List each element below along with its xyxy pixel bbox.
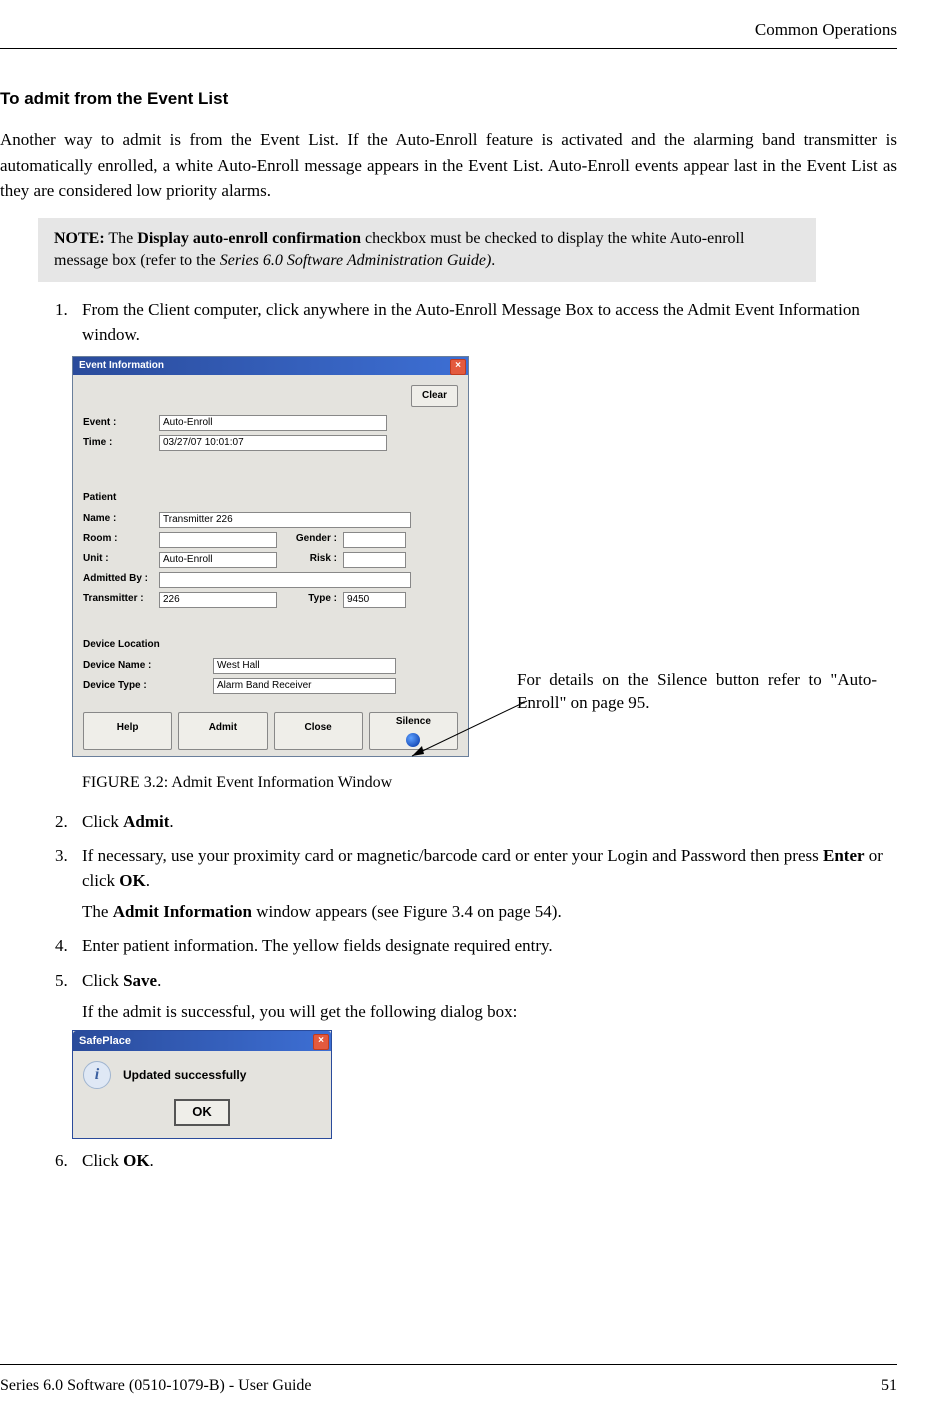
silence-icon — [406, 733, 420, 747]
step-5-prefix: Click — [82, 971, 123, 990]
step-6: Click OK. — [72, 1149, 897, 1174]
event-info-dialog: Event Information × Clear Event : Auto-E… — [72, 356, 469, 757]
step-3-sub-bold: Admit Information — [113, 902, 252, 921]
ok-button[interactable]: OK — [174, 1099, 230, 1126]
note-text-1: The — [105, 230, 138, 247]
event-dialog-title: Event Information — [79, 360, 164, 371]
label-time: Time : — [83, 436, 159, 451]
group-patient: Patient — [83, 491, 458, 506]
step-3-bold2: OK — [119, 871, 145, 890]
step-5-sub: If the admit is successful, you will get… — [82, 1000, 897, 1025]
step-3-sub: The Admit Information window appears (se… — [82, 900, 897, 925]
label-event: Event : — [83, 416, 159, 431]
step-3: If necessary, use your proximity card or… — [72, 844, 897, 924]
note-text-3: . — [491, 252, 495, 269]
label-type: Type : — [277, 592, 343, 607]
safeplace-message: Updated successfully — [123, 1067, 246, 1084]
clear-button[interactable]: Clear — [411, 385, 458, 408]
note-box: NOTE: The Display auto-enroll confirmati… — [38, 218, 816, 283]
figure-caption: FIGURE 3.2: Admit Event Information Wind… — [82, 771, 897, 794]
field-type[interactable]: 9450 — [343, 592, 406, 608]
field-transmitter[interactable]: 226 — [159, 592, 277, 608]
step-6-suffix: . — [150, 1151, 154, 1170]
safeplace-body: i Updated successfully — [73, 1051, 331, 1099]
label-risk: Risk : — [277, 552, 343, 567]
safeplace-titlebar: SafePlace × — [73, 1031, 331, 1051]
step-2: Click Admit. — [72, 810, 897, 835]
step-5-bold: Save — [123, 971, 157, 990]
safeplace-ok-row: OK — [73, 1099, 331, 1138]
step-6-prefix: Click — [82, 1151, 123, 1170]
field-unit[interactable]: Auto-Enroll — [159, 552, 277, 568]
note-italic-1: Series 6.0 Software Administration Guide… — [220, 252, 492, 269]
label-gender: Gender : — [277, 532, 343, 547]
dialog-button-bar: Help Admit Close Silence — [83, 712, 458, 750]
field-event[interactable]: Auto-Enroll — [159, 415, 387, 431]
field-time[interactable]: 03/27/07 10:01:07 — [159, 435, 387, 451]
field-device-name[interactable]: West Hall — [213, 658, 396, 674]
field-risk[interactable] — [343, 552, 406, 568]
close-icon[interactable]: × — [450, 359, 466, 375]
event-dialog-body: Clear Event : Auto-Enroll Time : 03/27/0… — [73, 375, 468, 756]
help-button[interactable]: Help — [83, 712, 172, 750]
footer-page-number: 51 — [881, 1377, 897, 1395]
close-icon[interactable]: × — [313, 1034, 329, 1050]
field-device-type[interactable]: Alarm Band Receiver — [213, 678, 396, 694]
footer-left: Series 6.0 Software (0510-1079-B) - User… — [0, 1377, 311, 1395]
label-room: Room : — [83, 532, 159, 547]
callout-text: For details on the Silence button refer … — [517, 668, 877, 716]
safeplace-dialog: SafePlace × i Updated successfully OK — [72, 1030, 332, 1139]
step-2-suffix: . — [169, 812, 173, 831]
step-3-bold1: Enter — [823, 846, 865, 865]
event-dialog-titlebar: Event Information × — [73, 357, 468, 375]
label-unit: Unit : — [83, 552, 159, 567]
steps-list: From the Client computer, click anywhere… — [0, 298, 897, 1173]
step-3-sub-prefix: The — [82, 902, 113, 921]
label-transmitter: Transmitter : — [83, 592, 159, 607]
footer-rule — [0, 1364, 897, 1365]
step-3-suffix: . — [146, 871, 150, 890]
info-icon: i — [83, 1061, 111, 1089]
safeplace-title: SafePlace — [79, 1035, 131, 1047]
section-heading: To admit from the Event List — [0, 89, 897, 109]
step-3-sub-suffix: window appears (see Figure 3.4 on page 5… — [252, 902, 562, 921]
document-page: Common Operations To admit from the Even… — [0, 0, 942, 1420]
field-name[interactable]: Transmitter 226 — [159, 512, 411, 528]
silence-button[interactable]: Silence — [369, 712, 458, 750]
admit-button[interactable]: Admit — [178, 712, 267, 750]
intro-paragraph: Another way to admit is from the Event L… — [0, 127, 897, 204]
field-room[interactable] — [159, 532, 277, 548]
label-device-name: Device Name : — [83, 659, 213, 674]
close-button[interactable]: Close — [274, 712, 363, 750]
group-device-location: Device Location — [83, 638, 458, 653]
label-device-type: Device Type : — [83, 679, 213, 694]
note-label: NOTE: — [54, 230, 105, 247]
label-admitted-by: Admitted By : — [83, 572, 159, 587]
step-6-bold: OK — [123, 1151, 149, 1170]
field-gender[interactable] — [343, 532, 406, 548]
field-admitted-by[interactable] — [159, 572, 411, 588]
step-2-prefix: Click — [82, 812, 123, 831]
note-bold-1: Display auto-enroll confirmation — [137, 230, 361, 247]
step-1: From the Client computer, click anywhere… — [72, 298, 897, 793]
running-header: Common Operations — [0, 20, 897, 40]
step-3-prefix: If necessary, use your proximity card or… — [82, 846, 823, 865]
silence-label: Silence — [396, 716, 431, 727]
step-2-bold: Admit — [123, 812, 169, 831]
step-1-text: From the Client computer, click anywhere… — [82, 300, 860, 344]
step-5: Click Save. If the admit is successful, … — [72, 969, 897, 1139]
figure-wrap: Event Information × Clear Event : Auto-E… — [72, 356, 897, 757]
label-name: Name : — [83, 512, 159, 527]
step-5-suffix: . — [157, 971, 161, 990]
step-4: Enter patient information. The yellow fi… — [72, 934, 897, 959]
header-rule — [0, 48, 897, 49]
